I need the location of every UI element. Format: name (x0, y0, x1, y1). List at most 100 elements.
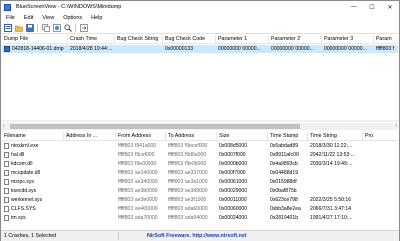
column-parameter-1[interactable]: Parameter 1 (216, 35, 269, 44)
to-address-cell: fffff803`ae3f1000 (168, 197, 207, 203)
nirsoft-link[interactable]: NirSoft Freeware. http://www.nirsoft.net (147, 233, 247, 239)
horizontal-scrollbar[interactable]: ‹ › (2, 123, 398, 130)
filename-cell: ksecdd.sys (2, 187, 64, 195)
time-stamp-cell: 0x0baf875b (270, 188, 297, 194)
column-address-in-stack[interactable]: Address In ... (64, 132, 116, 141)
column-parameter-3[interactable]: Parameter 3 (322, 35, 374, 44)
crash-row[interactable]: 042818-14406-01.dmp 2018/4/28 19:44:... … (2, 45, 398, 53)
size-cell: 0x00029000 (219, 188, 248, 194)
size-cell: 0x000f7000 (219, 170, 246, 176)
close-button[interactable]: ✕ (381, 1, 399, 13)
driver-file-name: tm.sys (11, 215, 26, 221)
column-to-address[interactable]: To Address (166, 132, 217, 141)
from-address-cell: fffff803`f9e00000 (118, 161, 157, 167)
from-address-cell: fffff803`f9cef000 (118, 152, 155, 158)
time-string-cell (308, 187, 363, 195)
open-icon (14, 25, 23, 32)
driver-row[interactable]: hal.dll fffff803`f9cef000 fffff803`f9d6e00… (2, 151, 398, 159)
crash-list[interactable]: Dump File Crash Time Bug Check String Bu… (2, 35, 398, 119)
column-bug-check-code[interactable]: Bug Check Code (163, 35, 216, 44)
driver-row[interactable]: ksecdd.sys fffff803`ae3b0000 fffff803`ae3d… (2, 187, 398, 195)
bug-check-string-cell (115, 45, 163, 53)
exit-button[interactable] (79, 23, 88, 32)
menu-bar: File Edit View Options Help (1, 13, 399, 22)
save-button[interactable] (25, 23, 34, 32)
address-in-stack-cell (64, 178, 116, 186)
toolbar (1, 22, 399, 34)
maximize-button[interactable]: ☐ (363, 1, 381, 13)
size-cell: 0x00011000 (219, 197, 247, 203)
column-dump-file[interactable]: Dump File (2, 35, 68, 44)
from-address-cell: fffff803`ae340000 (118, 179, 158, 185)
time-string-cell: 2022/3/25 5:50:16 (310, 197, 352, 203)
driver-file-icon (4, 215, 9, 221)
address-in-stack-cell (64, 205, 116, 213)
menu-view[interactable]: View (42, 15, 54, 21)
copy-button[interactable] (41, 23, 50, 32)
minimize-button[interactable]: — (345, 1, 363, 13)
time-string-cell: 1991/4/27 17:10:... (310, 215, 353, 221)
address-in-stack-cell (64, 160, 116, 168)
menu-help[interactable]: Help (91, 15, 102, 21)
column-filename[interactable]: Filename (2, 132, 64, 141)
column-time-string[interactable]: Time String (308, 132, 363, 141)
driver-file-name: kdcom.dll (11, 161, 33, 167)
crash-time-cell: 2018/4/28 19:44:... (70, 46, 113, 52)
scroll-right-arrow[interactable]: › (395, 123, 397, 130)
column-product-name[interactable]: Pro (363, 132, 398, 141)
save-icon (25, 23, 34, 32)
size-cell: 0x0000b000 (219, 161, 248, 167)
time-string-cell: 2030/3/14 19:49:... (310, 161, 353, 167)
find-icon (64, 24, 72, 32)
parameter-2-cell: 00000000`00000... (271, 46, 314, 52)
driver-row[interactable]: werkernel.sys fffff803`ae3e0000 fffff803`a… (2, 196, 398, 204)
column-from-address[interactable]: From Address (116, 132, 166, 141)
menu-edit[interactable]: Edit (24, 15, 33, 21)
to-address-cell: fffff803`ae337000 (168, 170, 208, 176)
scroll-left-arrow[interactable]: ‹ (3, 123, 5, 130)
scrollbar-thumb[interactable] (10, 124, 300, 129)
toolbar-separator (75, 23, 76, 32)
menu-options[interactable]: Options (63, 15, 82, 21)
from-address-cell: fffff803`f941a000 (118, 143, 157, 149)
driver-row[interactable]: msrpc.sys fffff803`ae340000 fffff803`ae3a1… (2, 178, 398, 186)
filename-cell: msrpc.sys (2, 178, 64, 186)
time-stamp-cell: 0x04488d19 (270, 170, 299, 176)
driver-list[interactable]: Filename Address In ... From Address To … (2, 132, 398, 226)
address-in-stack-cell (64, 151, 116, 159)
driver-file-icon (4, 179, 9, 185)
properties-button[interactable] (3, 23, 12, 32)
time-stamp-cell: 0x8911afc00 (270, 152, 299, 158)
open-button[interactable] (14, 23, 23, 32)
from-address-cell: fffff803`ae240000 (118, 170, 158, 176)
to-address-cell: fffff803`f9e0b000 (168, 161, 207, 167)
address-in-stack-cell (64, 142, 116, 150)
filename-cell: kdcom.dll (2, 160, 64, 168)
size-cell: 0x00024000 (219, 215, 248, 221)
time-stamp-cell: 0x623ce798 (270, 197, 298, 203)
to-address-cell: fffff803`ae3a1000 (168, 179, 208, 185)
column-parameter-4[interactable]: Param (374, 35, 398, 44)
time-string-cell: 2042/11/22 13:53:... (310, 152, 355, 158)
window-title: BlueScreenView - C:\WINDOWS\Minidump (16, 4, 122, 10)
find-button[interactable] (63, 23, 72, 32)
size-cell: 0x008d5000 (219, 143, 248, 149)
driver-row[interactable]: CLFS.SYS fffff803`ae400000 fffff803`ada600… (2, 205, 398, 213)
pane-splitter[interactable] (1, 120, 399, 122)
column-bug-check-string[interactable]: Bug Check String (115, 35, 163, 44)
column-crash-time[interactable]: Crash Time (68, 35, 115, 44)
driver-row[interactable]: tm.sys fffff803`ada70000 fffff803`ada94000… (2, 214, 398, 222)
menu-file[interactable]: File (6, 15, 15, 21)
to-address-cell: fffff803`f9d6e000 (168, 152, 207, 158)
html-report-button[interactable] (52, 23, 61, 32)
column-size[interactable]: Size (217, 132, 268, 141)
driver-row[interactable]: mcupdate.dll fffff803`ae240000 fffff803`ae… (2, 169, 398, 177)
driver-row[interactable]: ntoskrnl.exe fffff803`f941a000 fffff803`f9… (2, 142, 398, 150)
driver-file-icon (4, 188, 9, 194)
column-parameter-2[interactable]: Parameter 2 (269, 35, 322, 44)
column-time-stamp[interactable]: Time Stamp (268, 132, 308, 141)
from-address-cell: fffff803`ae3b0000 (118, 188, 158, 194)
driver-row[interactable]: kdcom.dll fffff803`f9e00000 fffff803`f9e0b… (2, 160, 398, 168)
parameter-4-cell: fffff803`f (376, 46, 395, 52)
driver-file-icon (4, 143, 9, 149)
